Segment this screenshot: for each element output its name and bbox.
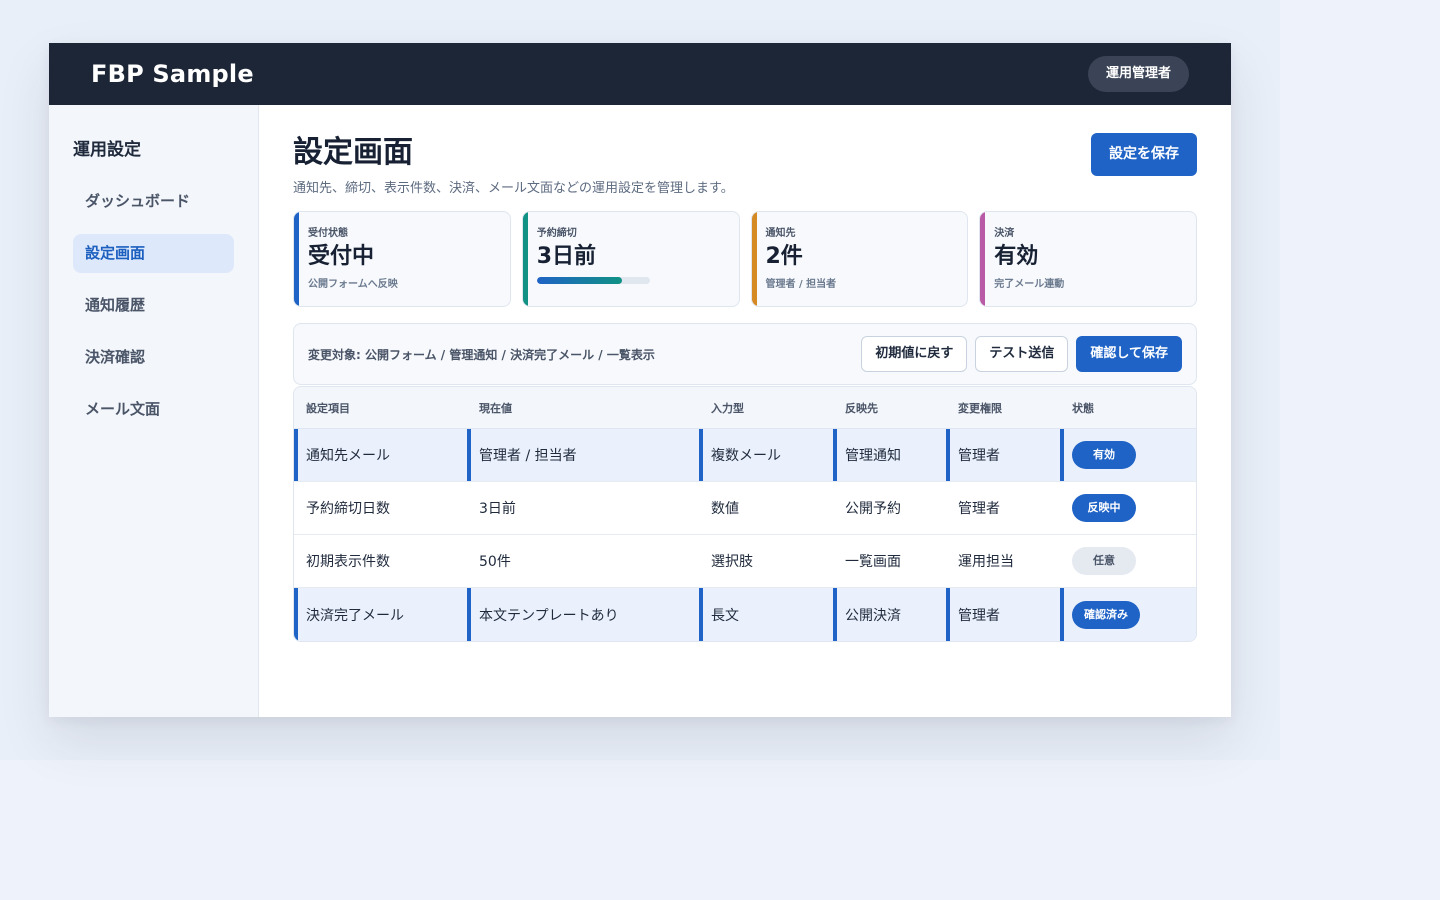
page-title: 設定画面 — [293, 135, 413, 170]
table-cell: 長文 — [699, 588, 833, 641]
table-cell: 一覧画面 — [845, 554, 901, 570]
column-header: 状態 — [1072, 401, 1094, 415]
sidebar-item-mail-text[interactable]: メール文面 — [73, 390, 234, 429]
stat-label: 予約締切 — [536, 228, 577, 239]
table-row[interactable]: 決済完了メール 本文テンプレートあり 長文 公開決済 管理者 確認済み — [294, 588, 1196, 641]
action-toolbar: 変更対象: 公開フォーム / 管理通知 / 決済完了メール / 一覧表示 初期値… — [293, 323, 1197, 385]
stat-card-notify: 通知先 2件 管理者 / 担当者 — [750, 211, 969, 307]
stat-value: 有効 — [994, 244, 1039, 269]
sidebar: 運用設定 ダッシュボード 設定画面 通知履歴 決済確認 メール文面 — [49, 105, 259, 717]
column-header: 現在値 — [479, 401, 512, 415]
sidebar-item-notification-history[interactable]: 通知履歴 — [73, 286, 234, 325]
status-badge: 反映中 — [1072, 494, 1136, 522]
table-cell: 管理者 — [958, 501, 1000, 517]
deadline-progress-fill — [536, 277, 622, 284]
stat-label: 通知先 — [765, 228, 796, 239]
table-row[interactable]: 予約締切日数 3日前 数値 公開予約 管理者 反映中 — [294, 482, 1196, 535]
table-cell: 本文テンプレートあり — [467, 588, 699, 641]
sidebar-item-dashboard[interactable]: ダッシュボード — [73, 182, 234, 221]
confirm-save-button[interactable]: 確認して保存 — [1076, 336, 1182, 372]
stat-label: 決済 — [994, 228, 1015, 239]
column-header: 入力型 — [711, 401, 744, 415]
brand-title: FBP Sample — [91, 60, 254, 88]
column-header: 設定項目 — [306, 401, 350, 415]
table-cell: 予約締切日数 — [306, 501, 390, 517]
stat-card-reception: 受付状態 受付中 公開フォームへ反映 — [293, 211, 511, 307]
table-cell: 管理者 — [946, 429, 1060, 481]
column-header: 変更権限 — [958, 401, 1002, 415]
column-header: 反映先 — [845, 401, 878, 415]
table-cell: 管理通知 — [833, 429, 946, 481]
stat-sub: 公開フォームへ反映 — [308, 279, 398, 290]
stat-value: 3日前 — [536, 244, 597, 269]
test-send-button[interactable]: テスト送信 — [975, 336, 1069, 372]
table-cell-status: 反映中 — [1060, 482, 1196, 534]
table-cell: 運用担当 — [958, 554, 1014, 570]
sidebar-title: 運用設定 — [73, 140, 141, 160]
table-cell: 公開予約 — [845, 501, 901, 517]
table-cell: 決済完了メール — [294, 588, 467, 641]
reset-defaults-button[interactable]: 初期値に戻す — [861, 336, 968, 372]
table-cell: 公開決済 — [833, 588, 946, 641]
sidebar-item-payment-check[interactable]: 決済確認 — [73, 338, 234, 377]
stat-label: 受付状態 — [308, 228, 348, 239]
table-cell: 3日前 — [479, 501, 516, 517]
table-cell-status: 任意 — [1060, 535, 1196, 587]
change-target-text: 変更対象: 公開フォーム / 管理通知 / 決済完了メール / 一覧表示 — [308, 347, 655, 362]
table-row[interactable]: 通知先メール 管理者 / 担当者 複数メール 管理通知 管理者 有効 — [294, 429, 1196, 482]
user-role-button[interactable]: 運用管理者 — [1087, 56, 1189, 92]
status-badge: 任意 — [1072, 547, 1136, 575]
sidebar-item-settings[interactable]: 設定画面 — [73, 234, 234, 273]
table-header: 設定項目 現在値 入力型 反映先 変更権限 状態 — [294, 387, 1196, 429]
status-badge: 有効 — [1072, 441, 1136, 469]
stat-value: 受付中 — [308, 244, 375, 269]
stat-sub: 完了メール連動 — [994, 279, 1065, 290]
table-row[interactable]: 初期表示件数 50件 選択肢 一覧画面 運用担当 任意 — [294, 535, 1196, 588]
table-cell-status: 確認済み — [1060, 588, 1196, 641]
table-cell: 複数メール — [699, 429, 833, 481]
deadline-progress-bar — [536, 277, 650, 284]
page-description: 通知先、締切、表示件数、決済、メール文面などの運用設定を管理します。 — [293, 181, 734, 196]
stat-value: 2件 — [765, 244, 803, 269]
table-cell: 管理者 / 担当者 — [467, 429, 699, 481]
table-cell: 初期表示件数 — [306, 554, 390, 570]
app-window: FBP Sample 運用管理者 運用設定 ダッシュボード 設定画面 通知履歴 … — [49, 43, 1231, 717]
settings-table: 設定項目 現在値 入力型 反映先 変更権限 状態 通知先メール 管理者 / 担当者… — [293, 386, 1197, 642]
table-cell: 数値 — [711, 501, 739, 517]
status-badge: 確認済み — [1072, 600, 1140, 629]
table-cell-status: 有効 — [1060, 429, 1196, 481]
top-bar: FBP Sample 運用管理者 — [49, 43, 1231, 105]
main-content: 設定画面 通知先、締切、表示件数、決済、メール文面などの運用設定を管理します。 … — [259, 105, 1231, 717]
stats-row: 受付状態 受付中 公開フォームへ反映 予約締切 3日前 通知先 2件 管理者 /… — [293, 211, 1197, 307]
table-cell: 管理者 — [946, 588, 1060, 641]
table-cell: 通知先メール — [294, 429, 467, 481]
stat-sub: 管理者 / 担当者 — [765, 279, 837, 290]
save-settings-button[interactable]: 設定を保存 — [1091, 133, 1197, 176]
stat-card-payment: 決済 有効 完了メール連動 — [979, 211, 1197, 307]
table-cell: 選択肢 — [711, 554, 753, 570]
table-cell: 50件 — [479, 554, 511, 570]
stat-card-deadline: 予約締切 3日前 — [521, 211, 740, 307]
